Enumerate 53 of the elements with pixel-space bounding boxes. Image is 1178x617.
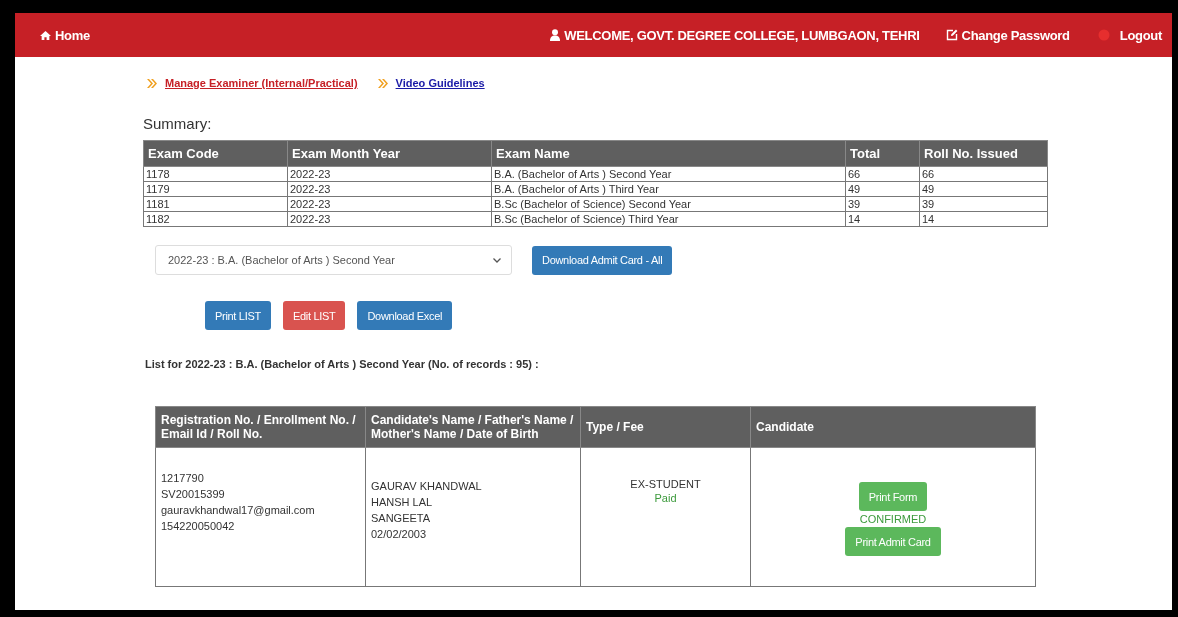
edit-icon (945, 29, 958, 41)
table-cell: 49 (845, 181, 920, 197)
list-action-button[interactable]: Edit LIST (282, 301, 346, 330)
nav-link[interactable]: Video Guidelines (395, 77, 485, 89)
user-icon (550, 29, 561, 41)
column-header: Total (845, 140, 920, 167)
candidate-details: GAURAV KHANDWAL HANSH LAL SANGEETA 02/02/2003 (371, 479, 483, 542)
table-cell: 1182 (143, 211, 288, 227)
table-cell: 1181 (143, 196, 288, 212)
column-header: Registration No. / Enrollment No. / Email Id / Roll No. (155, 406, 366, 448)
column-header: Type / Fee (580, 406, 751, 448)
change-password-link[interactable]: Change Password (945, 27, 1070, 43)
summary-heading: Summary: (143, 115, 213, 132)
table-cell: B.Sc (Bachelor of Science) Second Year (491, 196, 846, 212)
table-cell: 2022-23 (287, 166, 492, 182)
candidate-type: EX-STUDENT (630, 478, 701, 490)
table-cell: 1178 (143, 166, 288, 182)
column-header: Exam Name (491, 140, 846, 167)
list-action-button[interactable]: Download Excel (357, 301, 453, 330)
home-link[interactable]: Home (40, 27, 90, 43)
column-header: Roll No. Issued (919, 140, 1048, 167)
table-cell: B.A. (Bachelor of Arts ) Third Year (491, 181, 846, 197)
column-header: Candidate's Name / Father's Name / Mother's Name / Date of Birth (365, 406, 581, 448)
fee-status: Paid (654, 492, 677, 504)
nav-link[interactable]: Manage Examiner (Internal/Practical) (165, 77, 358, 89)
download-admit-card-button[interactable]: Download Admit Card - All (532, 245, 673, 275)
column-header: Candidate (750, 406, 1036, 448)
chevron-down-icon (493, 257, 501, 263)
welcome-text: WELCOME, GOVT. DEGREE COLLEGE, LUMBGAON, TEHRI (550, 27, 920, 43)
table-cell: 66 (845, 166, 920, 182)
table-cell: 49 (919, 181, 1048, 197)
list-title: List for 2022-23 : B.A. (Bachelor of Arts ) Second Year (No. of records : 95) : (145, 358, 540, 370)
table-cell: B.Sc (Bachelor of Science) Third Year (491, 211, 846, 227)
table-cell: 39 (845, 196, 920, 212)
column-header: Exam Month Year (287, 140, 492, 167)
logout-link[interactable]: Logout (1097, 27, 1162, 43)
table-cell: 2022-23 (287, 196, 492, 212)
table-cell: 14 (919, 211, 1048, 227)
table-cell: B.A. (Bachelor of Arts ) Second Year (491, 166, 846, 182)
confirmed-status: CONFIRMED (859, 513, 927, 525)
table-cell: 2022-23 (287, 211, 492, 227)
table-cell: 66 (919, 166, 1048, 182)
exam-select[interactable]: 2022-23 : B.A. (Bachelor of Arts ) Second Year (155, 245, 512, 275)
home-icon (40, 29, 51, 41)
registration-details: 1217790 SV20015399 gauravkhandwal17@gmail.com 154220050042 (161, 471, 316, 534)
table-cell: 1179 (143, 181, 288, 197)
table-cell: 14 (845, 211, 920, 227)
list-action-button[interactable]: Print LIST (205, 301, 271, 330)
column-header: Exam Code (143, 140, 288, 167)
table-cell: 39 (919, 196, 1048, 212)
table-cell: 2022-23 (287, 181, 492, 197)
double-chevron-icon (147, 78, 157, 88)
double-chevron-icon (377, 78, 388, 88)
